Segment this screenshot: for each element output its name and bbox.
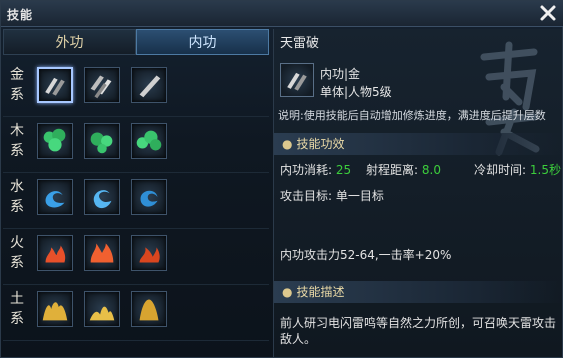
- skill-list-panel: 外功 内功 金 系 木 系 水 系 火 系 土 系: [3, 29, 269, 357]
- metal-skill-1-icon[interactable]: [37, 67, 73, 103]
- attack-power: 内功攻击力52-64,一击率+20%: [280, 248, 452, 262]
- stat-cooldown: 冷却时间: 1.5秒: [474, 163, 561, 177]
- earth-skill-1-icon[interactable]: [37, 291, 73, 327]
- water-skill-3-icon[interactable]: [131, 179, 167, 215]
- tab-external[interactable]: 外功: [3, 29, 136, 55]
- selected-skill-icon: [280, 63, 314, 97]
- skill-grid: 金 系 木 系 水 系 火 系 土 系: [3, 61, 269, 341]
- section-header-effect: ● 技能功效: [274, 133, 563, 155]
- wood-skill-3-icon[interactable]: [131, 123, 167, 159]
- bullet-icon: ●: [282, 137, 293, 151]
- fire-skill-1-icon[interactable]: [37, 235, 73, 271]
- skill-row-metal: 金 系: [3, 61, 269, 117]
- stat-range: 射程距离: 8.0: [366, 163, 441, 177]
- skill-target-line: 单体|人物5级: [320, 85, 392, 99]
- earth-skill-2-icon[interactable]: [84, 291, 120, 327]
- title-bar[interactable]: 技能: [1, 1, 563, 27]
- row-label-metal: 金 系: [10, 67, 24, 103]
- metal-skill-3-icon[interactable]: [131, 67, 167, 103]
- skill-row-fire: 火 系: [3, 229, 269, 285]
- close-icon: [540, 5, 556, 21]
- earth-skill-3-icon[interactable]: [131, 291, 167, 327]
- row-label-water: 水 系: [10, 179, 24, 215]
- skill-row-water: 水 系: [3, 173, 269, 229]
- row-label-wood: 木 系: [10, 123, 24, 159]
- row-label-earth: 土 系: [10, 291, 24, 327]
- skill-row-earth: 土 系: [3, 285, 269, 341]
- skill-description: 说明:使用技能后自动增加修炼进度，满进度后提升层数: [278, 109, 546, 122]
- tab-internal[interactable]: 内功: [136, 29, 269, 55]
- attack-target: 攻击目标: 单一目标: [280, 189, 384, 203]
- water-skill-2-icon[interactable]: [84, 179, 120, 215]
- close-button[interactable]: [538, 3, 558, 23]
- skill-lore: 前人研习电闪雷鸣等自然之力所创，可召唤天雷攻击敌人。: [280, 316, 557, 346]
- wood-skill-2-icon[interactable]: [84, 123, 120, 159]
- metal-skill-2-icon[interactable]: [84, 67, 120, 103]
- skill-detail-panel: 天雷破 内功|金 单体|人物5级 说明:使用技能后自动增加修炼进度，满进度后提升…: [273, 29, 563, 357]
- skill-type-line: 内功|金: [320, 67, 361, 81]
- skills-window: 技能 外功 内功 金 系 木 系 水 系 火 系 土 系 天雷破 内功|金 单体…: [0, 0, 563, 358]
- wood-skill-1-icon[interactable]: [37, 123, 73, 159]
- stat-cost: 内功消耗: 25: [280, 163, 352, 177]
- section-header-description: ● 技能描述: [274, 281, 563, 303]
- skill-name: 天雷破: [280, 36, 320, 51]
- row-label-fire: 火 系: [10, 235, 24, 271]
- fire-skill-2-icon[interactable]: [84, 235, 120, 271]
- window-title: 技能: [7, 8, 34, 22]
- skill-row-wood: 木 系: [3, 117, 269, 173]
- water-skill-1-icon[interactable]: [37, 179, 73, 215]
- tab-bar: 外功 内功: [3, 29, 269, 55]
- bullet-icon: ●: [282, 285, 293, 299]
- fire-skill-3-icon[interactable]: [131, 235, 167, 271]
